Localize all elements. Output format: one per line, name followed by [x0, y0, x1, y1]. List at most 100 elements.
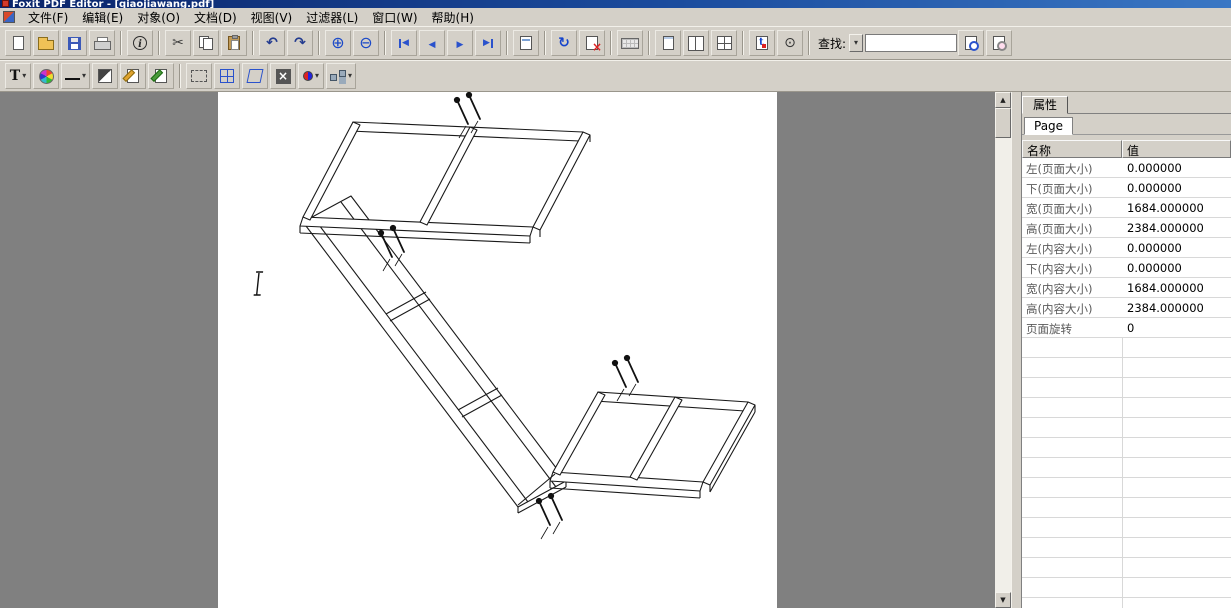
new-button[interactable] — [5, 30, 31, 56]
table-row: 左(页面大小) 0.000000 — [1022, 158, 1231, 178]
edit-page-icon — [155, 69, 167, 83]
layout-grid-button[interactable] — [711, 30, 737, 56]
tools-button[interactable] — [270, 63, 296, 89]
search-doc-alt-button[interactable] — [986, 30, 1012, 56]
toolbar-separator — [318, 31, 320, 55]
undo-button[interactable] — [259, 30, 285, 56]
property-name: 左(页面大小) — [1022, 158, 1122, 177]
scrollbar-thumb[interactable] — [995, 108, 1011, 138]
table-row: 高(页面大小) 2384.000000 — [1022, 218, 1231, 238]
toolbar-main: 查找: ▾ — [0, 26, 1231, 60]
color-wheel-button[interactable] — [33, 63, 59, 89]
property-value[interactable]: 2384.000000 — [1122, 218, 1231, 237]
menu-edit[interactable]: 编辑(E) — [75, 8, 130, 27]
property-name: 下(页面大小) — [1022, 178, 1122, 197]
prev-page-icon — [429, 37, 436, 50]
menu-file[interactable]: 文件(F) — [21, 8, 75, 27]
table-row: 宽(页面大小) 1684.000000 — [1022, 198, 1231, 218]
menu-object[interactable]: 对象(O) — [130, 8, 187, 27]
menu-bar: 文件(F) 编辑(E) 对象(O) 文档(D) 视图(V) 过滤器(L) 窗口(… — [0, 8, 1231, 26]
app-icon — [2, 0, 9, 7]
vertical-scrollbar[interactable]: ▲ ▼ — [995, 92, 1011, 608]
property-value[interactable]: 0.000000 — [1122, 258, 1231, 277]
edit-object-button[interactable] — [120, 63, 146, 89]
info-icon — [133, 36, 147, 50]
property-name: 高(页面大小) — [1022, 218, 1122, 237]
rotate-pages-button[interactable] — [551, 30, 577, 56]
target-button[interactable] — [777, 30, 803, 56]
copy-button[interactable] — [193, 30, 219, 56]
search-input[interactable] — [865, 34, 957, 52]
first-page-button[interactable] — [391, 30, 417, 56]
new-page-icon — [13, 36, 24, 50]
color-dot-button[interactable]: ▾ — [298, 63, 324, 89]
page-setup-button[interactable] — [513, 30, 539, 56]
toolbar-separator — [742, 31, 744, 55]
search-dropdown-button[interactable]: ▾ — [849, 34, 863, 52]
pdf-page[interactable] — [218, 92, 777, 608]
paste-button[interactable] — [221, 30, 247, 56]
property-value[interactable]: 0.000000 — [1122, 158, 1231, 177]
delete-page-icon — [586, 36, 598, 50]
distort-grid-icon — [247, 69, 264, 83]
menu-help[interactable]: 帮助(H) — [425, 8, 481, 27]
property-value[interactable]: 0 — [1122, 318, 1231, 337]
properties-tab[interactable]: 属性 — [1022, 96, 1068, 114]
table-row: 高(内容大小) 2384.000000 — [1022, 298, 1231, 318]
open-button[interactable] — [33, 30, 59, 56]
property-value[interactable]: 1684.000000 — [1122, 198, 1231, 217]
color-dot-icon — [303, 71, 313, 81]
keyboard-button[interactable] — [617, 30, 643, 56]
edit-object-icon — [127, 69, 139, 83]
keyboard-icon — [621, 38, 639, 49]
toolbar-separator — [544, 31, 546, 55]
property-value[interactable]: 2384.000000 — [1122, 298, 1231, 317]
next-page-icon — [457, 37, 464, 50]
chevron-down-icon: ▾ — [854, 39, 858, 47]
scroll-down-button[interactable]: ▼ — [995, 592, 1011, 608]
table-row: 下(内容大小) 0.000000 — [1022, 258, 1231, 278]
menu-filter[interactable]: 过滤器(L) — [299, 8, 365, 27]
text-tool-icon — [10, 68, 20, 84]
print-button[interactable] — [89, 30, 115, 56]
connector-button[interactable]: ▾ — [326, 63, 356, 89]
menu-view[interactable]: 视图(V) — [244, 8, 300, 27]
last-page-button[interactable] — [475, 30, 501, 56]
properties-header: 属性 — [1022, 92, 1231, 114]
panel-splitter[interactable] — [1011, 92, 1022, 608]
prev-page-button[interactable] — [419, 30, 445, 56]
distort-grid-button[interactable] — [242, 63, 268, 89]
cut-button[interactable] — [165, 30, 191, 56]
scroll-up-button[interactable]: ▲ — [995, 92, 1011, 108]
undo-icon — [266, 36, 278, 50]
toolbar-separator — [120, 31, 122, 55]
layout-facing-button[interactable] — [683, 30, 709, 56]
save-button[interactable] — [61, 30, 87, 56]
menu-document[interactable]: 文档(D) — [187, 8, 244, 27]
text-page-button[interactable] — [749, 30, 775, 56]
fill-tool-button[interactable] — [92, 63, 118, 89]
property-value[interactable]: 1684.000000 — [1122, 278, 1231, 297]
delete-pages-button[interactable] — [579, 30, 605, 56]
menu-window[interactable]: 窗口(W) — [365, 8, 424, 27]
transform-grid-button[interactable] — [214, 63, 240, 89]
property-value[interactable]: 0.000000 — [1122, 178, 1231, 197]
property-name: 宽(内容大小) — [1022, 278, 1122, 297]
tab-page[interactable]: Page — [1024, 117, 1073, 135]
canvas-area[interactable] — [0, 92, 995, 608]
edit-page-button[interactable] — [148, 63, 174, 89]
first-page-icon — [399, 39, 409, 48]
select-marquee-button[interactable] — [186, 63, 212, 89]
line-tool-button[interactable]: ▾ — [61, 63, 90, 89]
zoom-in-button[interactable] — [325, 30, 351, 56]
open-folder-icon — [38, 40, 54, 50]
search-doc-button[interactable] — [958, 30, 984, 56]
layout-single-button[interactable] — [655, 30, 681, 56]
transform-grid-icon — [220, 69, 234, 83]
doc-info-button[interactable] — [127, 30, 153, 56]
text-tool-button[interactable]: ▾ — [5, 63, 31, 89]
zoom-out-button[interactable] — [353, 30, 379, 56]
property-value[interactable]: 0.000000 — [1122, 238, 1231, 257]
redo-button[interactable] — [287, 30, 313, 56]
next-page-button[interactable] — [447, 30, 473, 56]
